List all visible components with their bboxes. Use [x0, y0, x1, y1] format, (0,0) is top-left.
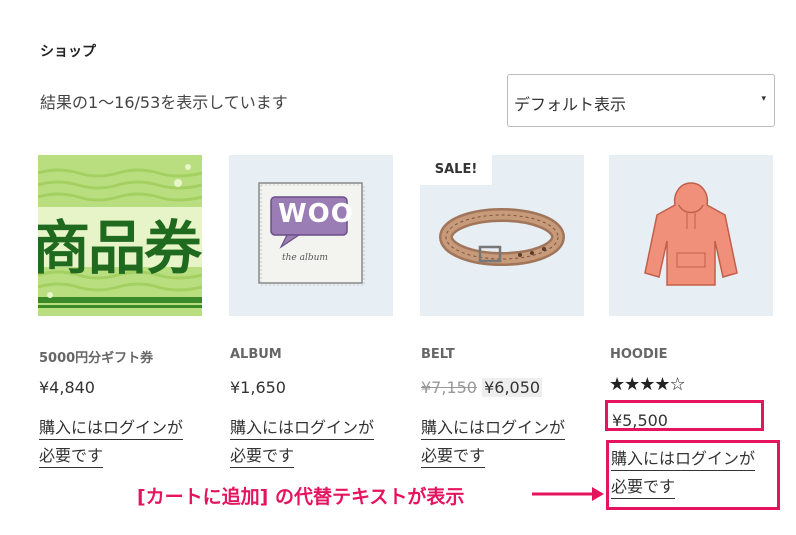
- product-card: WOO the album ALBUM ¥1,650 購入にはログインが 必要で…: [229, 155, 393, 468]
- login-required-link[interactable]: 購入にはログインが 必要です: [39, 414, 204, 470]
- product-price: ¥1,650: [230, 378, 286, 397]
- product-name[interactable]: HOODIE: [610, 347, 668, 362]
- product-image[interactable]: [609, 155, 773, 316]
- login-note-line2: 必要です: [421, 445, 486, 468]
- product-price: ¥4,840: [39, 378, 95, 397]
- product-price: ¥7,150 ¥6,050: [421, 378, 543, 397]
- login-note-line1: 購入にはログインが: [230, 417, 375, 440]
- product-image[interactable]: WOO the album: [229, 155, 393, 316]
- chevron-down-icon: ▾: [761, 94, 766, 104]
- sale-badge: SALE!: [420, 155, 492, 185]
- login-note-line2: 必要です: [39, 445, 104, 468]
- orderby-value: デフォルト表示: [514, 95, 627, 114]
- price-original: ¥7,150: [421, 378, 477, 397]
- product-card: 商品券 5000円分ギフト券 ¥4,840 購入にはログインが 必要です: [38, 155, 202, 468]
- login-note-line1: 購入にはログインが: [421, 417, 566, 440]
- star-rating: ★★★★☆: [609, 374, 686, 395]
- price-sale: ¥6,050: [482, 378, 543, 397]
- album-logo-text: WOO: [278, 199, 354, 229]
- product-image[interactable]: SALE!: [420, 155, 584, 316]
- product-name[interactable]: BELT: [421, 347, 455, 362]
- product-card: HOODIE ★★★★☆ ¥5,500 購入にはログインが 必要です: [609, 155, 773, 499]
- login-note-line2: 必要です: [230, 445, 295, 468]
- product-image[interactable]: 商品券: [38, 155, 202, 316]
- product-card: SALE! BELT ¥7,150 ¥6,050 購入にはログインが 必要です: [420, 155, 584, 468]
- orderby-select[interactable]: デフォルト表示 ▾: [507, 74, 775, 127]
- login-note-line1: 購入にはログインが: [39, 417, 184, 440]
- login-required-link[interactable]: 購入にはログインが 必要です: [230, 414, 395, 470]
- arrow-right-icon: [532, 487, 604, 501]
- highlight-box-price: [605, 400, 764, 431]
- annotation-callout: [カートに追加] の代替テキストが表示: [137, 486, 465, 508]
- album-subtitle: the album: [282, 253, 328, 263]
- highlight-box-login: [606, 440, 780, 510]
- shop-title: ショップ: [40, 44, 96, 60]
- product-name[interactable]: ALBUM: [230, 347, 282, 362]
- gift-card-text: 商品券: [38, 214, 202, 282]
- login-required-link[interactable]: 購入にはログインが 必要です: [421, 414, 586, 470]
- result-count: 結果の1〜16/53を表示しています: [40, 93, 288, 112]
- product-name[interactable]: 5000円分ギフト券: [39, 347, 153, 366]
